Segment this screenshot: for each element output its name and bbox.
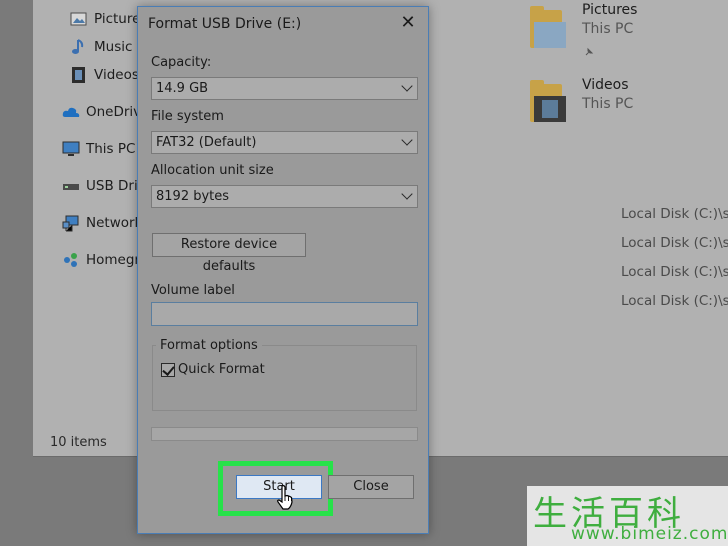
recent-file-path: Local Disk (C:)\sar: [621, 264, 728, 280]
nav-item-label: Network: [86, 215, 143, 231]
format-options-label: Format options: [156, 338, 262, 353]
film-strip-icon: [70, 66, 88, 84]
watermark-url: www.bimeiz.com: [571, 524, 728, 544]
videos-folder-icon[interactable]: [530, 80, 566, 122]
capacity-value: 14.9 GB: [156, 81, 209, 96]
close-button[interactable]: Close: [328, 475, 414, 499]
tile-title[interactable]: Pictures: [582, 2, 637, 18]
format-options-group: [152, 345, 417, 411]
allocation-unit-select[interactable]: 8192 bytes: [151, 185, 418, 208]
tile-subtitle: This PC: [582, 21, 634, 37]
quick-format-checkbox[interactable]: [161, 363, 175, 377]
nav-item-videos[interactable]: Videos: [70, 64, 139, 86]
file-system-label: File system: [151, 109, 224, 124]
nav-item-label: This PC: [86, 141, 136, 157]
volume-label-input[interactable]: [151, 302, 418, 326]
file-system-select[interactable]: FAT32 (Default): [151, 131, 418, 154]
tile-title[interactable]: Videos: [582, 77, 629, 93]
pictures-folder-icon[interactable]: [530, 6, 566, 48]
pictures-icon: [70, 10, 88, 28]
quick-format-label[interactable]: Quick Format: [178, 362, 265, 377]
mouse-pointer-icon: [276, 485, 296, 511]
dialog-title: Format USB Drive (E:): [148, 16, 302, 32]
nav-item-pictures[interactable]: Pictures: [70, 8, 147, 30]
recent-file-path: Local Disk (C:)\sar: [621, 206, 728, 222]
format-progress-bar: [151, 427, 418, 441]
nav-item-this-pc[interactable]: This PC: [62, 138, 135, 160]
allocation-unit-label: Allocation unit size: [151, 163, 274, 178]
capacity-select[interactable]: 14.9 GB: [151, 77, 418, 100]
item-count-status: 10 items: [50, 435, 107, 450]
allocation-unit-value: 8192 bytes: [156, 189, 230, 204]
format-dialog: Format USB Drive (E:) ✕ Capacity: 14.9 G…: [137, 6, 429, 534]
usb-drive-icon: [62, 177, 80, 195]
chevron-down-icon: [401, 134, 413, 146]
nav-item-label: Videos: [94, 67, 139, 83]
volume-label-caption: Volume label: [151, 283, 235, 298]
close-icon[interactable]: ✕: [398, 13, 418, 33]
tile-subtitle: This PC: [582, 96, 634, 112]
restore-defaults-button[interactable]: Restore device defaults: [152, 233, 306, 274]
music-note-icon: [70, 38, 88, 56]
recent-file-path: Local Disk (C:)\sar: [621, 235, 728, 251]
chevron-down-icon: [401, 188, 413, 200]
chevron-down-icon: [401, 80, 413, 92]
network-icon: [62, 214, 80, 232]
nav-item-music[interactable]: Music: [70, 36, 132, 58]
monitor-icon: [62, 140, 80, 158]
cloud-icon: [62, 103, 80, 121]
homegroup-icon: [62, 251, 80, 269]
nav-item-network[interactable]: Network: [62, 212, 142, 234]
capacity-label: Capacity:: [151, 55, 212, 70]
watermark: 生活百科 www.bimeiz.com: [527, 486, 728, 546]
recent-file-path: Local Disk (C:)\sar: [621, 293, 728, 309]
pin-icon: [584, 42, 594, 56]
file-system-value: FAT32 (Default): [156, 135, 257, 150]
nav-item-label: Music: [94, 39, 133, 55]
